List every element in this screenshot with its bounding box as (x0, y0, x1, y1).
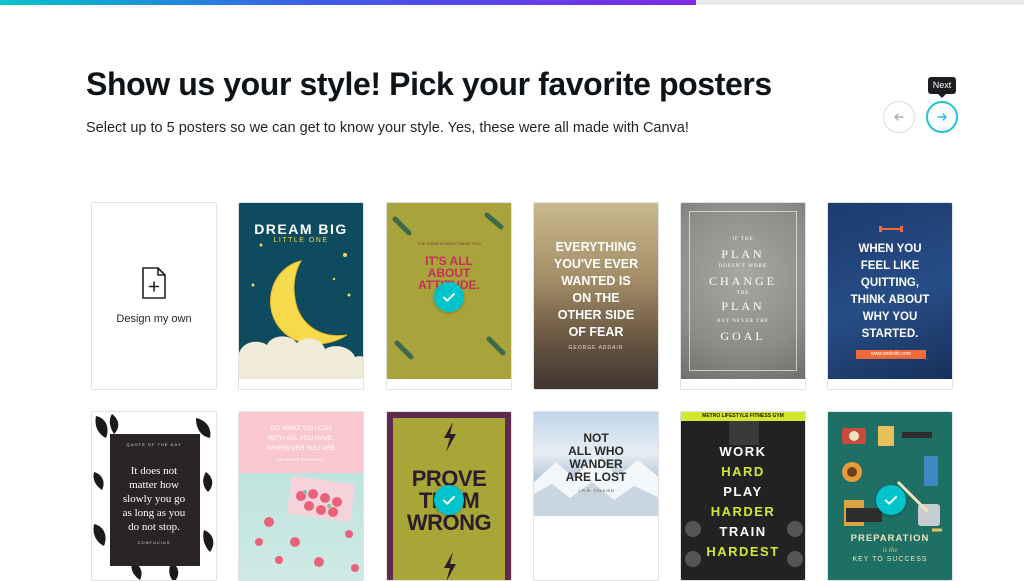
poster-card-it-does-not-matter-how-slowly[interactable]: QUOTE OF THE DAY It does not matter how … (91, 411, 217, 581)
poster-line-3: DOESN'T WORK (718, 264, 768, 269)
poster-line-3: QUITTING, (860, 277, 920, 289)
poster-top-text: METRO LIFESTYLE FITNESS GYM (702, 413, 784, 419)
poster-card-everything-you-ever-wanted[interactable]: EVERYTHING YOU'VE EVER WANTED IS ON THE … (533, 202, 659, 390)
poster-line-2: is the (882, 546, 898, 554)
next-button[interactable] (926, 101, 958, 133)
poster-card-when-you-feel-like-quitting[interactable]: WHEN YOU FEEL LIKE QUITTING, THINK ABOUT… (827, 202, 953, 390)
poster-line-7: BUT NEVER THE (717, 319, 769, 324)
poster-line-6: HARDEST (706, 544, 780, 559)
poster-card-prove-them-wrong[interactable]: PROVE THEM WRONG (386, 411, 512, 581)
arrow-right-icon (937, 113, 947, 121)
poster-author: CONFUCIUS (137, 540, 171, 545)
design-my-own-label: Design my own (116, 313, 192, 325)
poster-line-3: WANTED IS (561, 274, 631, 288)
poster-line-1: DO WHAT YOU CAN (270, 425, 332, 432)
poster-author: THEODORE ROOSEVELT (275, 458, 327, 462)
poster-card-its-all-about-attitude[interactable]: THE THING IS ABOUT WHAT YOU IT'S ALL ABO… (386, 202, 512, 390)
previous-button[interactable] (883, 101, 915, 133)
poster-image: METRO LIFESTYLE FITNESS GYM WORK HARD PL… (681, 412, 805, 580)
next-tooltip: Next (928, 77, 956, 98)
lightning-bolt-icon (444, 552, 456, 580)
selected-checkmark (434, 485, 464, 515)
poster-line-1: EVERYTHING (555, 240, 637, 254)
design-my-own-card[interactable]: Design my own (91, 202, 217, 390)
poster-line-4: THINK ABOUT (850, 294, 930, 306)
poster-image: WHEN YOU FEEL LIKE QUITTING, THINK ABOUT… (828, 203, 952, 379)
poster-card-do-what-you-can[interactable]: DO WHAT YOU CAN WITH ALL YOU HAVE, WHERE… (238, 411, 364, 581)
poster-line-6: PLAN (721, 299, 765, 313)
poster-line-1: PREPARATION (850, 533, 930, 544)
poster-line-1: It does not (130, 465, 178, 477)
poster-line-3: WRONG (406, 510, 492, 535)
poster-line-2: HARD (721, 464, 765, 479)
poster-line-4: ARE LOST (565, 470, 627, 484)
poster-line-2: matter how (129, 479, 179, 491)
poster-line-4: as long as you (122, 507, 186, 519)
poster-card-preparation-key-to-success[interactable]: PREPARATION is the KEY TO SUCCESS (827, 411, 953, 581)
new-document-plus-icon (142, 267, 166, 299)
poster-top-text: THE THING IS ABOUT WHAT YOU (417, 241, 481, 246)
poster-line-3: slowly you go (122, 493, 186, 505)
page-title: Show us your style! Pick your favorite p… (86, 66, 772, 102)
poster-image: QUOTE OF THE DAY It does not matter how … (92, 412, 216, 580)
poster-line-1: WORK (719, 444, 767, 459)
arrow-left-icon (894, 113, 904, 121)
poster-line-1: IF THE (732, 237, 754, 242)
poster-image: DREAM BIG LITTLE ONE (239, 203, 363, 379)
moon-illustration (239, 243, 363, 379)
poster-line-8: GOAL (720, 329, 766, 343)
poster-card-change-the-plan[interactable]: IF THE PLAN DOESN'T WORK CHANGE THE PLAN… (680, 202, 806, 390)
poster-image: NOT ALL WHO WANDER ARE LOST J.R.R. TOLKI… (534, 412, 658, 516)
poster-line-3: KEY TO SUCCESS (852, 556, 928, 563)
checkmark-icon (885, 496, 897, 505)
poster-author: J.R.R. TOLKIEN (577, 488, 615, 493)
poster-image: EVERYTHING YOU'VE EVER WANTED IS ON THE … (534, 203, 658, 389)
poster-line-2: PLAN (721, 247, 765, 261)
poster-line-3: PLAY (723, 484, 763, 499)
selected-checkmark (876, 485, 906, 515)
poster-line-5: OTHER SIDE (557, 308, 635, 322)
poster-line-4: ON THE (572, 291, 620, 305)
poster-line-2: YOU'VE EVER (553, 257, 639, 271)
dumbbell-icon (879, 226, 903, 232)
poster-url: www.website.com (856, 350, 926, 359)
page-subtitle: Select up to 5 posters so we can get to … (86, 120, 689, 136)
poster-line-2: WITH ALL YOU HAVE, (268, 435, 334, 442)
progress-bar-track (0, 0, 1024, 5)
progress-bar-fill (0, 0, 697, 5)
poster-author: GEORGE ADDAIR (568, 345, 624, 351)
poster-line-6: OF FEAR (568, 325, 624, 339)
poster-line-5: do not stop. (128, 521, 180, 533)
candy-illustration (255, 476, 359, 572)
poster-line-1: WHEN YOU (858, 243, 922, 255)
poster-card-not-all-who-wander[interactable]: NOT ALL WHO WANDER ARE LOST J.R.R. TOLKI… (533, 411, 659, 581)
poster-card-work-hard-play-harder[interactable]: METRO LIFESTYLE FITNESS GYM WORK HARD PL… (680, 411, 806, 581)
poster-line-2: FEEL LIKE (860, 260, 920, 272)
checkmark-icon (443, 496, 455, 505)
poster-line-5: TRAIN (719, 524, 767, 539)
poster-image: IF THE PLAN DOESN'T WORK CHANGE THE PLAN… (681, 203, 805, 379)
poster-card-dream-big[interactable]: DREAM BIG LITTLE ONE (238, 202, 364, 390)
lightning-bolt-icon (444, 422, 456, 452)
poster-image: DO WHAT YOU CAN WITH ALL YOU HAVE, WHERE… (239, 412, 363, 580)
selected-checkmark (434, 282, 464, 312)
poster-line-5: WHY YOU (862, 311, 918, 323)
poster-line-4: CHANGE (709, 274, 777, 288)
poster-line-5: THE (736, 291, 750, 296)
poster-line-4: HARDER (710, 504, 776, 519)
poster-top-text: QUOTE OF THE DAY (126, 442, 182, 447)
poster-line-3: WHEREVER YOU ARE (266, 445, 336, 452)
poster-line-6: STARTED. (861, 328, 919, 340)
checkmark-icon (443, 293, 455, 302)
